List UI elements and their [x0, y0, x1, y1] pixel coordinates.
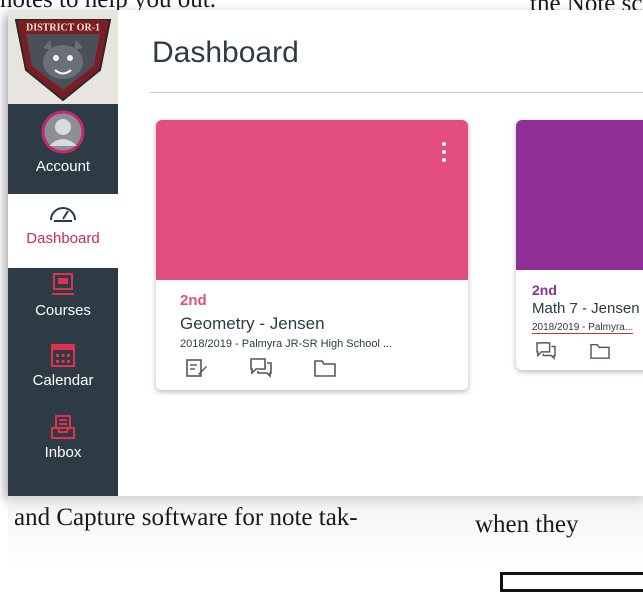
sidebar-item-label: Calendar	[32, 372, 94, 389]
course-card-math7[interactable]: 2nd Math 7 - Jensen 2018/2019 - Palmyra.…	[516, 120, 643, 370]
document-text-bottom-right: when they	[475, 511, 579, 538]
course-name-link[interactable]: Geometry - Jensen	[180, 314, 325, 334]
course-card-hero[interactable]	[516, 120, 643, 270]
course-card-geometry[interactable]: 2nd Geometry - Jensen 2018/2019 - Palmyr…	[156, 120, 468, 390]
courses-icon	[52, 273, 74, 295]
school-logo[interactable]: DISTRICT OR-1	[8, 10, 118, 104]
dashboard-main: Dashboard 2nd Geometry - Jensen 2018/201…	[118, 10, 643, 496]
sidebar-item-label: Inbox	[44, 444, 82, 461]
course-term: 2nd	[180, 292, 207, 309]
files-icon[interactable]	[590, 342, 610, 365]
sidebar-item-calendar[interactable]: Calendar	[8, 342, 118, 404]
canvas-lms-screenshot: DISTRICT OR-1 Account Dashboard Courses …	[8, 10, 643, 496]
global-navigation: DISTRICT OR-1 Account Dashboard Courses …	[8, 10, 118, 496]
sidebar-item-account[interactable]: Account	[8, 110, 118, 190]
document-text-bottom-left: and Capture software for note tak-	[14, 504, 358, 531]
discussions-icon[interactable]	[536, 342, 556, 365]
calendar-icon	[51, 344, 75, 367]
course-card-actions	[186, 358, 336, 383]
panther-logo-icon: DISTRICT OR-1	[14, 19, 112, 102]
course-card-actions	[536, 342, 610, 365]
page-title: Dashboard	[152, 36, 299, 69]
course-card-hero[interactable]	[156, 120, 468, 280]
course-name-link[interactable]: Math 7 - Jensen	[532, 300, 640, 317]
document-box	[500, 572, 643, 592]
sidebar-item-dashboard[interactable]: Dashboard	[8, 194, 118, 268]
files-icon[interactable]	[314, 358, 336, 383]
discussions-icon[interactable]	[250, 358, 272, 383]
assignments-icon[interactable]	[186, 358, 208, 383]
sidebar-item-label: Dashboard	[26, 230, 100, 247]
course-term: 2nd	[532, 282, 557, 298]
title-divider	[150, 92, 643, 93]
card-options-icon[interactable]	[442, 142, 446, 166]
svg-text:DISTRICT OR-1: DISTRICT OR-1	[26, 23, 100, 34]
course-subtitle: 2018/2019 - Palmyra JR-SR High School ..…	[180, 338, 393, 350]
dashboard-icon	[50, 207, 76, 222]
sidebar-item-label: Courses	[35, 302, 91, 319]
sidebar-item-label: Account	[35, 158, 91, 175]
sidebar-item-inbox[interactable]: Inbox	[8, 414, 118, 476]
course-subtitle: 2018/2019 - Palmyra...	[532, 322, 634, 334]
inbox-icon	[51, 415, 75, 439]
sidebar-item-courses[interactable]: Courses	[8, 272, 118, 334]
account-icon	[41, 110, 85, 154]
